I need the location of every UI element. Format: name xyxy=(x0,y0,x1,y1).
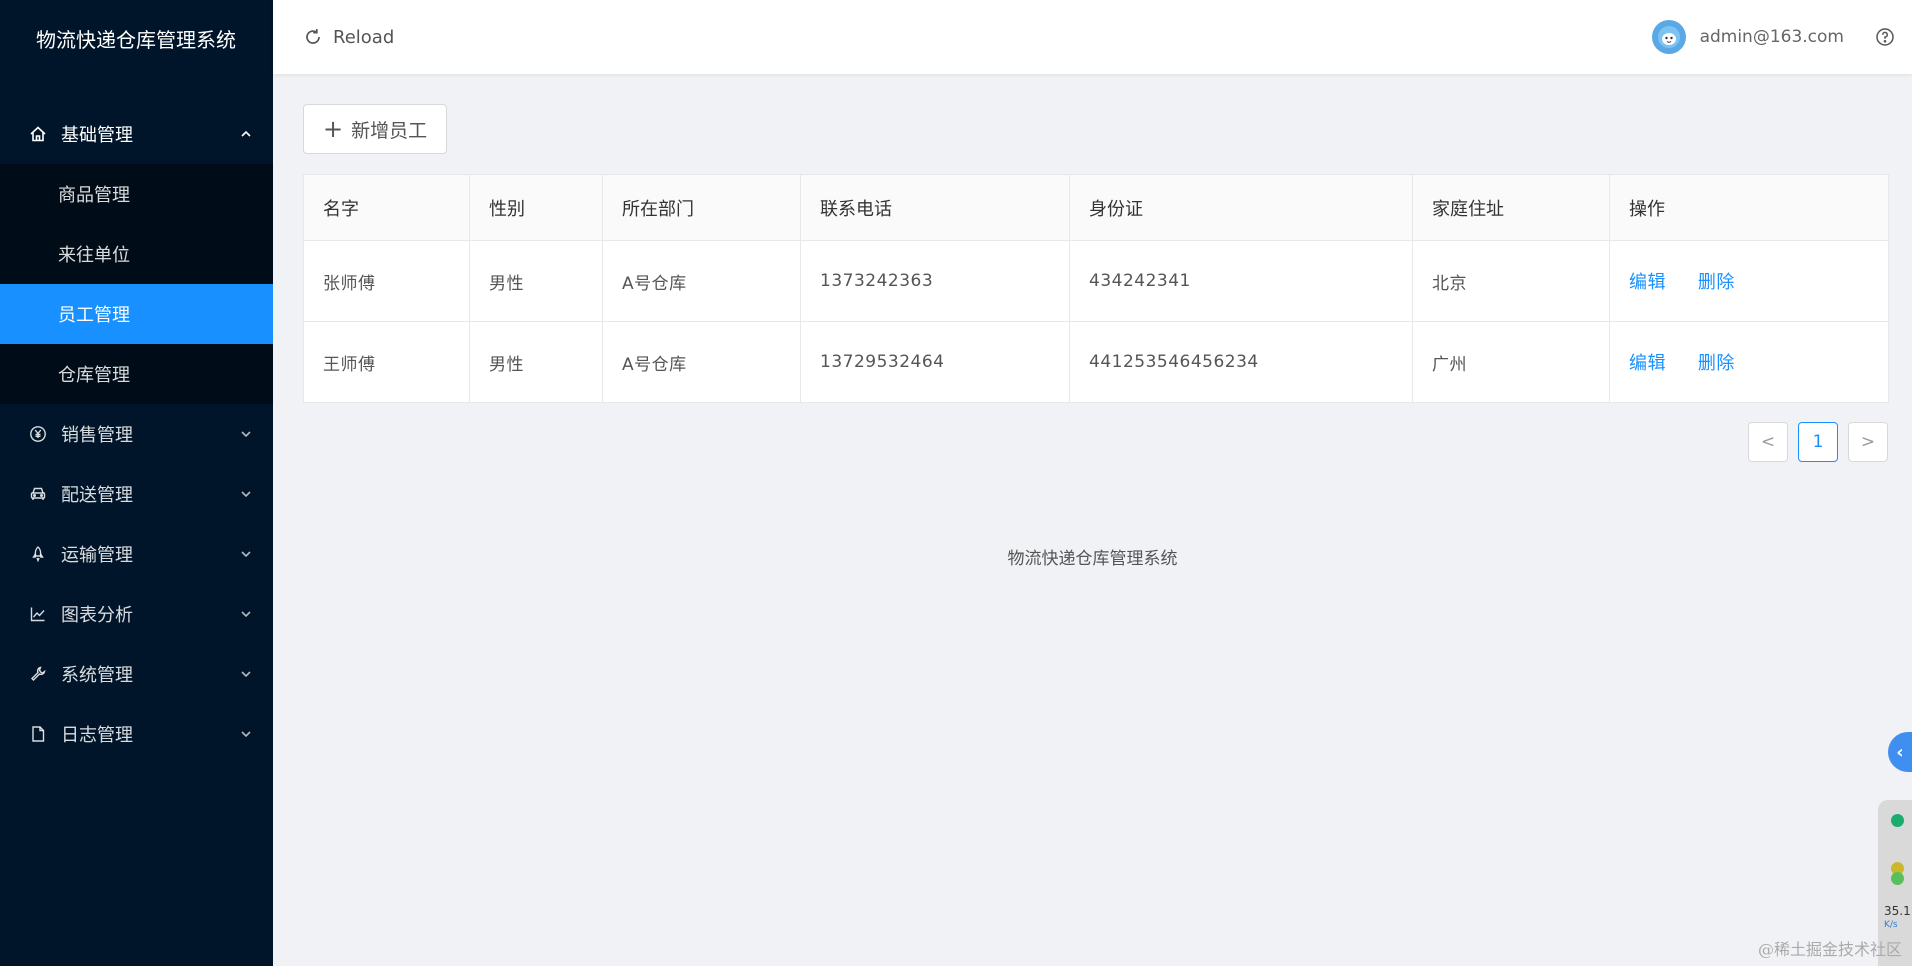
next-page-button[interactable]: > xyxy=(1848,422,1888,462)
chevron-down-icon xyxy=(239,427,253,441)
column-header-department: 所在部门 xyxy=(602,174,801,241)
menu-label: 运输管理 xyxy=(61,545,133,566)
help-icon[interactable] xyxy=(1874,26,1896,48)
cell-phone: 13729532464 xyxy=(800,321,1070,403)
menu-label: 图表分析 xyxy=(61,605,133,626)
sidebar-item-partners[interactable]: 来往单位 xyxy=(0,224,273,284)
cell-address: 北京 xyxy=(1412,240,1610,322)
avatar[interactable] xyxy=(1651,20,1686,54)
menu-label: 销售管理 xyxy=(61,425,133,446)
page-number-button[interactable]: 1 xyxy=(1798,422,1838,462)
status-dot-light-green xyxy=(1891,872,1904,885)
home-icon xyxy=(27,123,49,145)
status-dot-green xyxy=(1891,814,1904,827)
column-header-phone: 联系电话 xyxy=(800,174,1070,241)
menu-log-management[interactable]: 日志管理 xyxy=(0,704,273,764)
plus-icon: + xyxy=(323,115,344,143)
app-title: 物流快递仓库管理系统 xyxy=(36,28,236,52)
cell-department: A号仓库 xyxy=(602,240,801,322)
header-user-area: admin@163.com xyxy=(1651,20,1912,54)
column-header-name: 名字 xyxy=(303,174,470,241)
watermark: @稀土掘金技术社区 xyxy=(1757,940,1902,959)
sidebar-item-employees[interactable]: 员工管理 xyxy=(0,284,273,344)
edit-link[interactable]: 编辑 xyxy=(1629,353,1666,374)
reload-label: Reload xyxy=(333,26,395,48)
cell-gender: 男性 xyxy=(469,321,603,403)
network-speed-unit: K/s xyxy=(1884,920,1898,930)
prev-page-button[interactable]: < xyxy=(1748,422,1788,462)
add-employee-button[interactable]: + 新增员工 xyxy=(303,104,448,154)
sidebar: 物流快递仓库管理系统 基础管理 商品管理 来往单位 员工管理 仓库管理 销售管理… xyxy=(0,0,273,966)
table-row: 张师傅 男性 A号仓库 1373242363 434242341 北京 编辑 删… xyxy=(303,240,1889,322)
chevron-down-icon xyxy=(239,607,253,621)
pagination: < 1 > xyxy=(1738,422,1888,462)
cell-gender: 男性 xyxy=(469,240,603,322)
employee-table: 名字 性别 所在部门 联系电话 身份证 家庭住址 操作 张师傅 男性 A号仓库 … xyxy=(303,174,1889,403)
menu-sales-management[interactable]: 销售管理 xyxy=(0,404,273,464)
cell-phone: 1373242363 xyxy=(800,240,1070,322)
table-header-row: 名字 性别 所在部门 联系电话 身份证 家庭住址 操作 xyxy=(303,174,1889,241)
edit-link[interactable]: 编辑 xyxy=(1629,272,1666,293)
menu-label: 配送管理 xyxy=(61,485,133,506)
cell-actions: 编辑 删除 xyxy=(1609,321,1889,403)
column-header-address: 家庭住址 xyxy=(1412,174,1610,241)
cell-name: 张师傅 xyxy=(303,240,470,322)
submenu-basic-management: 商品管理 来往单位 员工管理 仓库管理 xyxy=(0,164,273,404)
menu-basic-management[interactable]: 基础管理 xyxy=(0,104,273,164)
wrench-icon xyxy=(27,663,49,685)
menu-label: 基础管理 xyxy=(61,125,133,146)
user-email[interactable]: admin@163.com xyxy=(1700,27,1844,47)
column-header-actions: 操作 xyxy=(1609,174,1889,241)
sidebar-item-warehouses[interactable]: 仓库管理 xyxy=(0,344,273,404)
main-content: + 新增员工 名字 性别 所在部门 联系电话 身份证 家庭住址 操作 张师傅 男… xyxy=(273,74,1912,966)
chevron-down-icon xyxy=(239,487,253,501)
file-icon xyxy=(27,723,49,745)
delete-link[interactable]: 删除 xyxy=(1698,272,1735,293)
footer-text: 物流快递仓库管理系统 xyxy=(1007,549,1178,569)
menu-label: 日志管理 xyxy=(61,725,133,746)
chevron-down-icon xyxy=(239,667,253,681)
table-row: 王师傅 男性 A号仓库 13729532464 441253546456234 … xyxy=(303,321,1889,403)
chevron-down-icon xyxy=(239,547,253,561)
network-speed-value: 35.1 xyxy=(1884,904,1911,918)
cell-id-card: 434242341 xyxy=(1069,240,1413,322)
top-header: Reload admin@163.com xyxy=(273,0,1912,74)
column-header-id-card: 身份证 xyxy=(1069,174,1413,241)
car-icon xyxy=(27,483,49,505)
cell-id-card: 441253546456234 xyxy=(1069,321,1413,403)
yen-circle-icon xyxy=(27,423,49,445)
menu-system-management[interactable]: 系统管理 xyxy=(0,644,273,704)
cell-name: 王师傅 xyxy=(303,321,470,403)
add-employee-label: 新增员工 xyxy=(351,119,428,142)
reload-button[interactable]: Reload xyxy=(303,27,394,48)
delete-link[interactable]: 删除 xyxy=(1698,353,1735,374)
menu-label: 系统管理 xyxy=(61,665,133,686)
sidebar-item-products[interactable]: 商品管理 xyxy=(0,164,273,224)
menu-chart-analysis[interactable]: 图表分析 xyxy=(0,584,273,644)
cell-actions: 编辑 删除 xyxy=(1609,240,1889,322)
reload-icon xyxy=(306,29,320,44)
chevron-up-icon xyxy=(239,127,253,141)
menu-delivery-management[interactable]: 配送管理 xyxy=(0,464,273,524)
line-chart-icon xyxy=(27,603,49,625)
cell-department: A号仓库 xyxy=(602,321,801,403)
column-header-gender: 性别 xyxy=(469,174,603,241)
cell-address: 广州 xyxy=(1412,321,1610,403)
menu-transport-management[interactable]: 运输管理 xyxy=(0,524,273,584)
chevron-down-icon xyxy=(239,727,253,741)
rocket-icon xyxy=(27,543,49,565)
